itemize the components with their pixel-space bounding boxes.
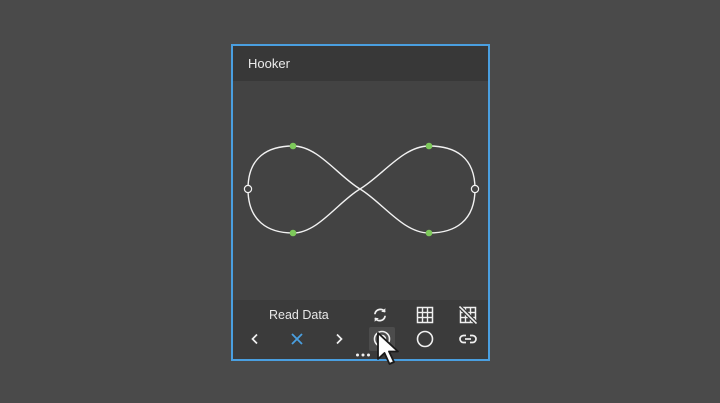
refresh-button[interactable] [367, 303, 393, 327]
grid-off-icon [459, 306, 477, 324]
toolbar: Read Data [233, 300, 488, 359]
refresh-icon [374, 308, 386, 322]
anchor-point[interactable] [470, 184, 480, 194]
read-data-label: Read Data [269, 308, 329, 322]
filled-circle-icon [373, 330, 391, 348]
next-button[interactable] [326, 327, 352, 351]
hooker-panel: Hooker Read Data [231, 44, 490, 361]
more-icon[interactable] [355, 353, 371, 357]
chevron-right-icon [336, 333, 343, 345]
handle-point[interactable] [425, 142, 433, 150]
grid-button[interactable] [412, 303, 438, 327]
panel-header: Hooker [233, 46, 488, 81]
clear-button[interactable] [284, 327, 310, 351]
filled-point-button[interactable] [369, 327, 395, 351]
grid-off-button[interactable] [455, 303, 481, 327]
empty-circle-icon [416, 330, 434, 348]
anchor-point[interactable] [243, 184, 253, 194]
grid-icon [416, 306, 434, 324]
empty-point-button[interactable] [412, 327, 438, 351]
handle-point[interactable] [425, 229, 433, 237]
curve-svg[interactable] [233, 81, 488, 300]
handle-point[interactable] [289, 229, 297, 237]
curve-canvas[interactable] [233, 81, 488, 300]
infinity-curve[interactable] [247, 145, 476, 234]
handle-point[interactable] [289, 142, 297, 150]
link-icon [459, 334, 477, 344]
panel-title: Hooker [248, 56, 290, 71]
previous-button[interactable] [242, 327, 268, 351]
link-button[interactable] [455, 327, 481, 351]
x-icon [291, 333, 303, 345]
chevron-left-icon [251, 333, 258, 345]
